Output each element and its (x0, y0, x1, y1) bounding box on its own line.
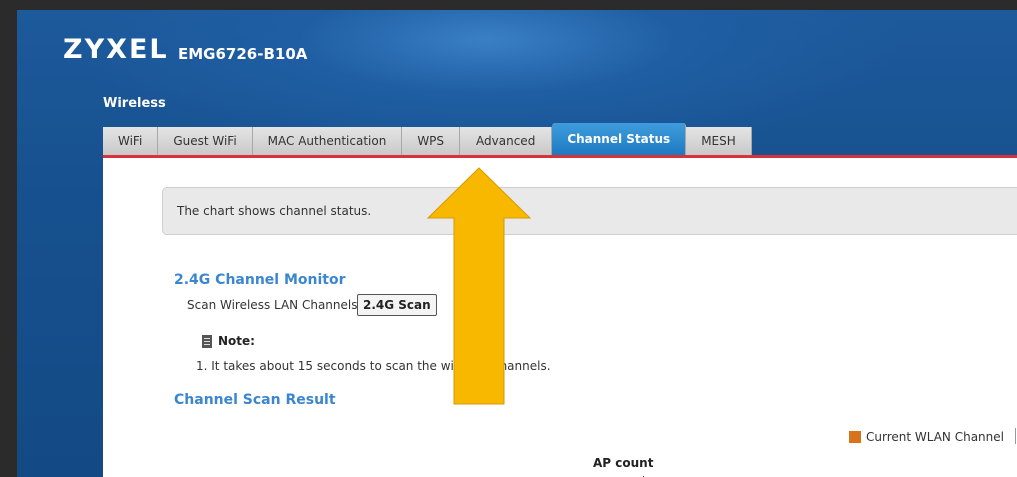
scan-result-heading: Channel Scan Result (174, 392, 336, 408)
y-axis-label: AP count (593, 456, 654, 470)
scan-label: Scan Wireless LAN Channels (187, 298, 358, 312)
channel-monitor-heading: 2.4G Channel Monitor (174, 272, 346, 288)
zyxel-logo: ZYXEL (63, 34, 169, 65)
chart-legend: Current WLAN Channel (849, 430, 1004, 444)
legend-divider (1015, 428, 1016, 444)
note-icon (202, 334, 212, 348)
tab-advanced[interactable]: Advanced (460, 127, 553, 155)
info-text: The chart shows channel status. (177, 204, 372, 218)
tab-wifi[interactable]: WiFi (103, 127, 159, 155)
tab-mesh[interactable]: MESH (686, 127, 752, 155)
info-box: The chart shows channel status. (162, 187, 1017, 235)
screen-frame-left (0, 0, 17, 477)
tab-bar: WiFi Guest WiFi MAC Authentication WPS A… (103, 123, 752, 155)
page-title: Wireless (103, 96, 166, 111)
note-label: Note: (218, 334, 255, 348)
content-panel: The chart shows channel status. 2.4G Cha… (103, 158, 1017, 477)
tab-wps[interactable]: WPS (402, 127, 461, 155)
legend-swatch (849, 431, 861, 443)
tab-guest-wifi[interactable]: Guest WiFi (158, 127, 253, 155)
legend-text: Current WLAN Channel (866, 430, 1004, 444)
up-arrow-icon (426, 167, 532, 405)
tab-channel-status[interactable]: Channel Status (552, 123, 687, 155)
scan-24g-button[interactable]: 2.4G Scan (357, 294, 437, 316)
tab-mac-authentication[interactable]: MAC Authentication (252, 127, 403, 155)
note-heading: Note: (202, 334, 255, 348)
screen-frame-top (0, 0, 1017, 10)
model-name: EMG6726-B10A (178, 45, 308, 63)
